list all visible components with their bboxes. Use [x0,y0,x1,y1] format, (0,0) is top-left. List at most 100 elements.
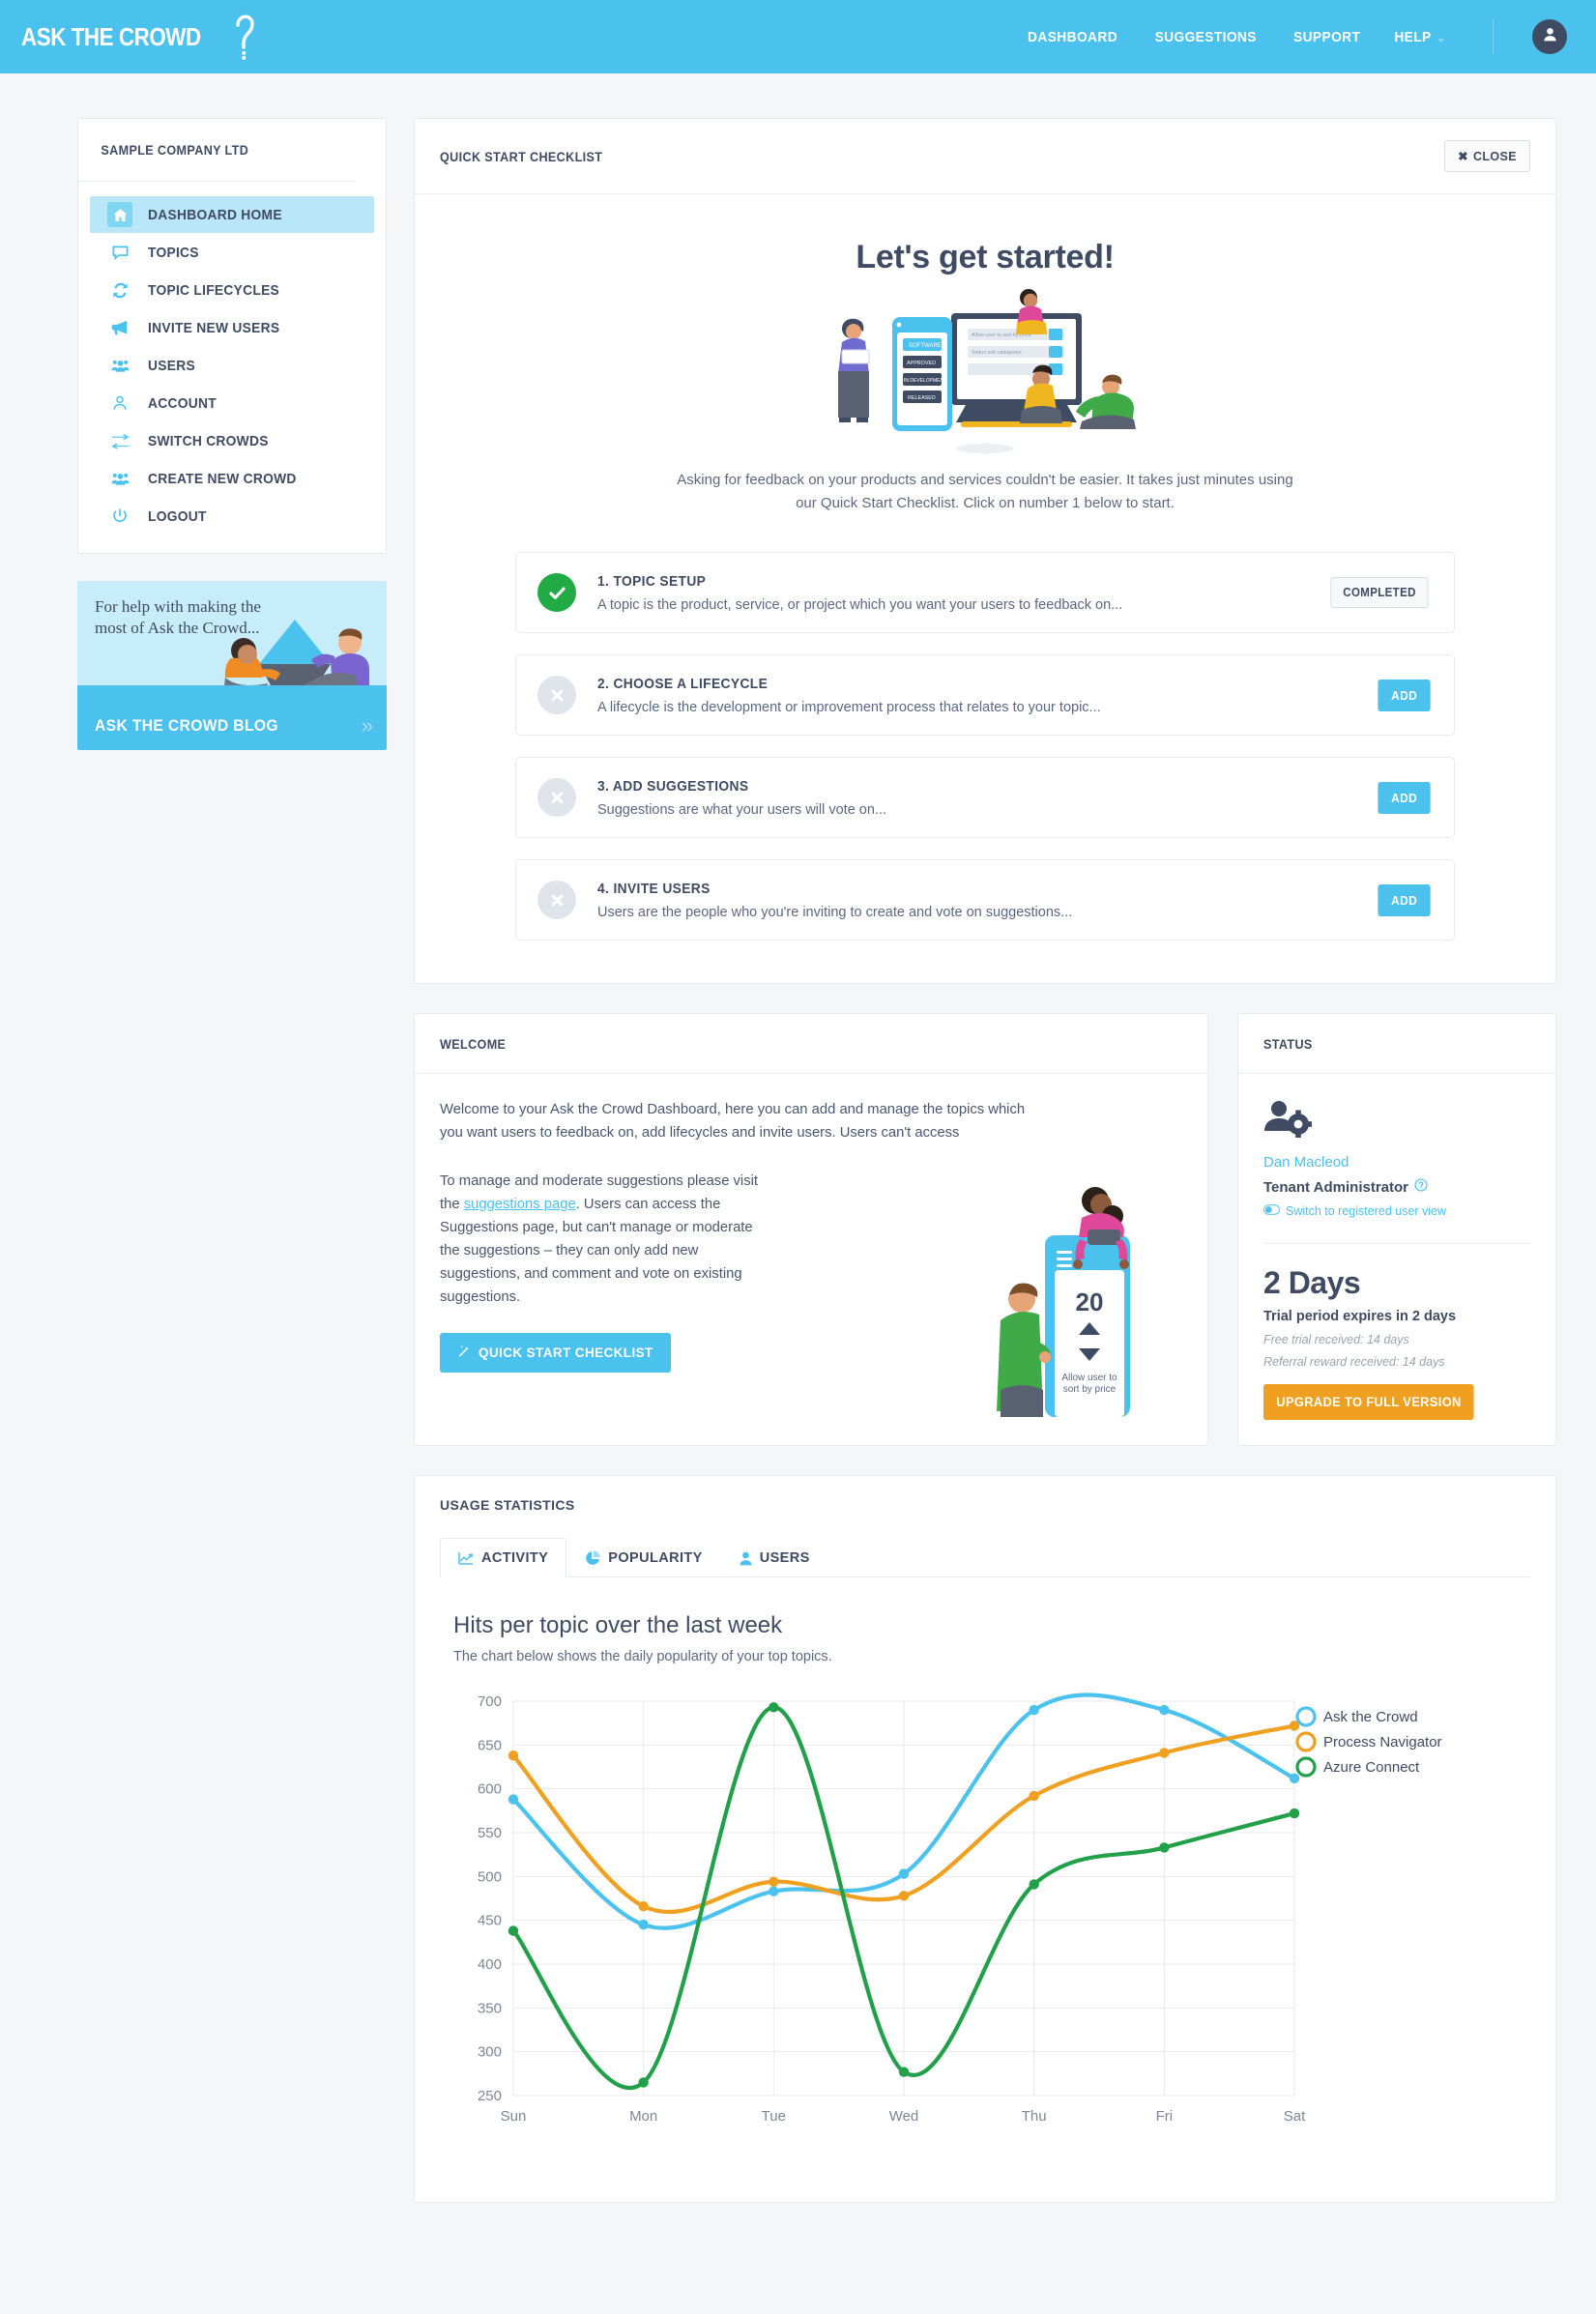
welcome-card: WELCOME Welcome to your Ask the Crowd Da… [414,1013,1208,1446]
sidebar-item-topics[interactable]: TOPICS [90,234,374,271]
blog-promo-cta[interactable]: ASK THE CROWD BLOG » [77,702,387,750]
checklist-item-choose-lifecycle[interactable]: 2. CHOOSE A LIFECYCLE A lifecycle is the… [515,654,1455,736]
comment-icon [107,240,132,265]
sidebar: SAMPLE COMPANY LTD DASHBOARD HOME TOPICS [77,118,387,750]
chart-container: Hits per topic over the last week The ch… [415,1577,1555,2202]
x-circle-icon [537,676,576,714]
checklist-items: 1. TOPIC SETUP A topic is the product, s… [448,552,1523,940]
svg-text:600: 600 [478,1781,502,1798]
checklist-item-title: 2. CHOOSE A LIFECYCLE [597,675,769,692]
nav-item-dashboard[interactable]: DASHBOARD [1028,29,1117,45]
tab-activity[interactable]: ACTIVITY [440,1538,567,1577]
tab-label: USERS [759,1550,810,1566]
checklist-subtext: Asking for feedback on your products and… [677,472,1293,511]
referral-reward-received: Referral reward received: 14 days [1263,1355,1445,1369]
x-circle-icon [537,778,576,817]
refresh-icon [107,277,132,303]
tab-label: POPULARITY [608,1550,703,1566]
x-circle-icon [537,881,576,919]
quick-start-checklist-button-label: QUICK START CHECKLIST [479,1345,653,1360]
checklist-illustration: SOFTWARE APPROVED IN DEVELOPMENT RELEASE… [448,286,1523,455]
tab-popularity[interactable]: POPULARITY [566,1538,720,1577]
sidebar-item-label: SWITCH CROWDS [148,432,269,449]
user-avatar-button[interactable] [1532,19,1567,54]
close-button[interactable]: ✖ CLOSE [1444,140,1530,172]
question-mark-icon [232,14,257,60]
person-icon [740,1551,752,1566]
checklist-item-add-suggestions[interactable]: 3. ADD SUGGESTIONS Suggestions are what … [515,757,1455,838]
usage-tabs: ACTIVITY POPULARITY USERS [440,1538,1530,1577]
add-button[interactable]: ADD [1378,883,1431,916]
svg-text:400: 400 [478,1956,502,1973]
sidebar-item-label: DASHBOARD HOME [148,206,282,223]
quick-start-checklist-button[interactable]: QUICK START CHECKLIST [440,1332,671,1373]
checklist-item-texts: 1. TOPIC SETUP A topic is the product, s… [597,573,1305,613]
completed-badge: COMPLETED [1330,577,1429,608]
welcome-paragraph-2-post: . Users can access the Suggestions page,… [440,1196,753,1305]
checklist-item-topic-setup[interactable]: 1. TOPIC SETUP A topic is the product, s… [515,552,1455,633]
svg-text:Mon: Mon [629,2108,657,2125]
sidebar-item-label: CREATE NEW CROWD [148,470,297,487]
sidebar-item-users[interactable]: USERS [90,347,374,384]
checklist-item-title: 1. TOPIC SETUP [597,572,707,590]
check-circle-icon [537,573,576,612]
svg-text:300: 300 [478,2044,502,2061]
svg-text:SOFTWARE: SOFTWARE [909,343,942,349]
tab-users[interactable]: USERS [721,1538,828,1577]
top-navigation-bar: ASK THE CROWD DASHBOARD SUGGESTIONS SUPP… [0,0,1596,73]
svg-text:Thu: Thu [1022,2108,1047,2125]
switch-user-view-label: Switch to registered user view [1286,1204,1447,1218]
magic-wand-icon [457,1345,471,1361]
svg-text:Wed: Wed [889,2108,919,2125]
nav-item-suggestions[interactable]: SUGGESTIONS [1155,29,1257,45]
status-user-role-label: Tenant Administrator [1263,1178,1409,1196]
activity-line-chart: 250 300 350 400 450 500 550 600 650 700 Sun Mon Tue W… [478,1692,1442,2125]
svg-text:Ask the Crowd: Ask the Crowd [1323,1709,1418,1725]
exchange-icon [107,428,132,453]
sidebar-item-logout[interactable]: LOGOUT [90,498,374,535]
main-nav: DASHBOARD SUGGESTIONS SUPPORT HELP ⌄ [1024,19,1567,54]
sidebar-item-switch-crowds[interactable]: SWITCH CROWDS [90,422,374,459]
nav-item-support[interactable]: SUPPORT [1293,29,1360,45]
welcome-paragraph-2: To manage and moderate suggestions pleas… [440,1171,769,1310]
switch-user-view-link[interactable]: Switch to registered user view [1263,1204,1530,1218]
checklist-item-title: 4. INVITE USERS [597,880,711,897]
status-divider [1263,1243,1530,1244]
chevron-double-right-icon: » [361,713,373,738]
usage-statistics-header: USAGE STATISTICS ACTIVITY POPULARITY USE… [415,1476,1555,1577]
welcome-illustration: 20 Allow user to sort by price [987,1175,1161,1422]
sidebar-item-topic-lifecycles[interactable]: TOPIC LIFECYCLES [90,272,374,308]
power-icon [107,504,132,529]
svg-text:450: 450 [478,1913,502,1929]
sidebar-item-create-new-crowd[interactable]: CREATE NEW CROWD [90,460,374,497]
sidebar-item-account[interactable]: ACCOUNT [90,385,374,421]
person-icon [107,390,132,416]
svg-text:700: 700 [478,1693,502,1710]
add-button[interactable]: ADD [1378,781,1431,814]
sidebar-item-invite-new-users[interactable]: INVITE NEW USERS [90,309,374,346]
brand-logo[interactable]: ASK THE CROWD [21,0,257,73]
svg-text:550: 550 [478,1825,502,1841]
svg-text:APPROVED: APPROVED [907,361,936,366]
nav-item-help[interactable]: HELP ⌄ [1394,29,1445,45]
svg-text:Tue: Tue [762,2108,786,2125]
status-user-role: Tenant Administrator [1263,1178,1530,1196]
status-user-name[interactable]: Dan Macleod [1263,1154,1530,1171]
checklist-item-desc: A topic is the product, service, or proj… [597,596,1123,613]
users-plus-icon [107,466,132,491]
blog-promo-card[interactable]: For help with making the most of Ask the… [77,581,387,750]
sidebar-item-label: USERS [148,357,195,374]
upgrade-button[interactable]: UPGRADE TO FULL VERSION [1263,1384,1475,1420]
add-button[interactable]: ADD [1378,679,1431,711]
blog-promo-cta-label: ASK THE CROWD BLOG [95,716,278,735]
x-icon: ✖ [1458,150,1468,163]
suggestions-page-link[interactable]: suggestions page [464,1197,576,1212]
checklist-item-texts: 2. CHOOSE A LIFECYCLE A lifecycle is the… [597,676,1354,715]
question-circle-icon[interactable] [1414,1178,1428,1196]
sidebar-item-label: TOPIC LIFECYCLES [148,281,280,299]
checklist-item-invite-users[interactable]: 4. INVITE USERS Users are the people who… [515,859,1455,940]
sidebar-item-dashboard-home[interactable]: DASHBOARD HOME [90,196,374,233]
sidebar-item-label: TOPICS [148,244,199,261]
svg-text:IN DEVELOPMENT: IN DEVELOPMENT [904,378,946,384]
status-header: STATUS [1238,1014,1555,1074]
